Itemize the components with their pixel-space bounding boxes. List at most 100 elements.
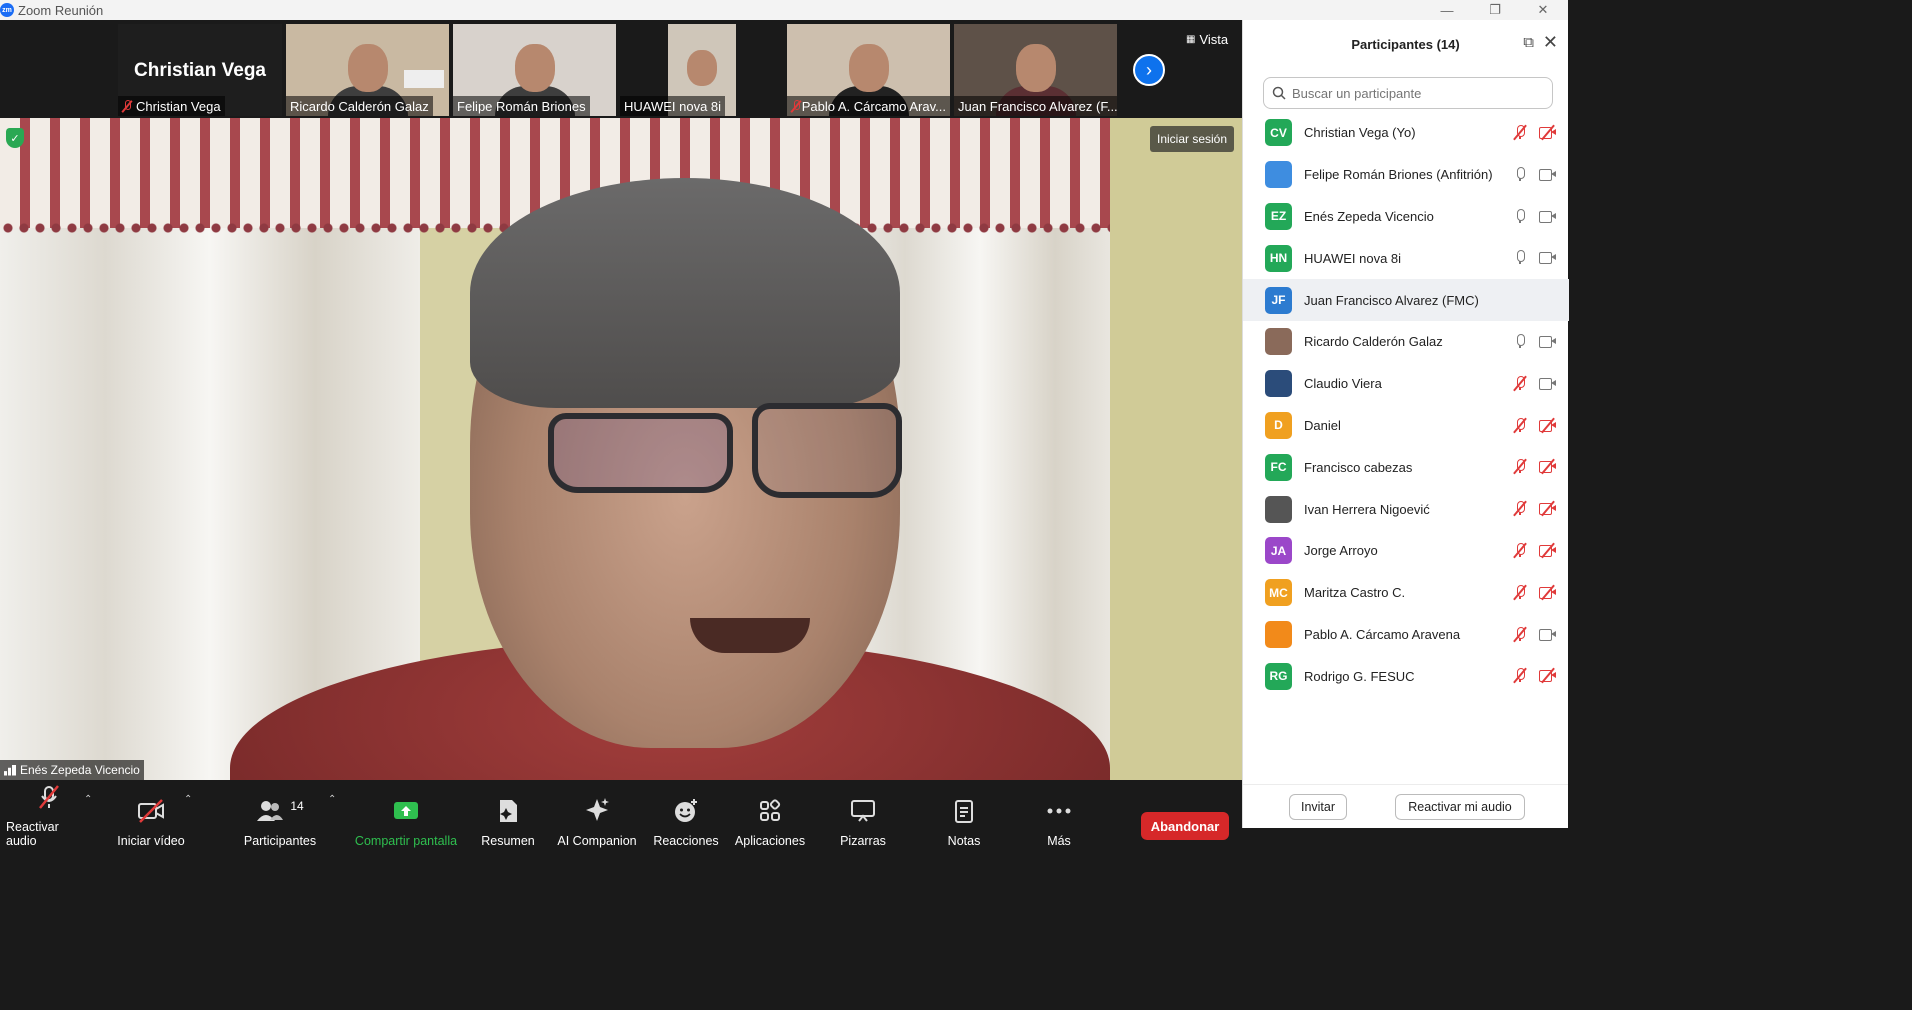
mic-muted-icon — [1513, 458, 1527, 475]
camera-off-icon — [1539, 124, 1557, 141]
view-button[interactable]: ▦ Vista — [1186, 32, 1228, 47]
participant-row[interactable]: CV Christian Vega (Yo) — [1243, 112, 1569, 154]
share-screen-label: Compartir pantalla — [354, 834, 458, 848]
camera-off-icon — [1539, 667, 1557, 684]
participant-status-icons — [1513, 124, 1557, 141]
window-title-bar: zm Zoom Reunión — ❐ ✕ — [0, 0, 1568, 20]
search-input[interactable] — [1292, 85, 1542, 101]
apps-icon — [758, 796, 782, 826]
participant-name: Ivan Herrera Nigoević — [1304, 501, 1430, 517]
invite-button[interactable]: Invitar — [1289, 794, 1347, 820]
participant-name: Francisco cabezas — [1304, 459, 1413, 475]
participant-search[interactable] — [1263, 77, 1553, 109]
participant-status-icons — [1513, 458, 1557, 475]
tile-name: HUAWEI nova 8i — [620, 96, 726, 116]
notes-icon — [953, 796, 975, 826]
muted-mic-icon — [122, 100, 132, 112]
strip-tile[interactable]: Ricardo Calderón Galaz — [286, 24, 449, 116]
participant-row[interactable]: Felipe Román Briones (Anfitrión) — [1243, 154, 1569, 196]
muted-mic-icon — [791, 100, 800, 112]
participant-name: Ricardo Calderón Galaz — [1304, 334, 1443, 350]
mic-muted-icon — [1513, 542, 1527, 559]
participant-status-icons — [1513, 542, 1557, 559]
apps-label: Aplicaciones — [734, 834, 806, 848]
strip-tile[interactable]: HUAWEI nova 8i — [620, 24, 783, 116]
participants-label: Participantes — [243, 834, 317, 848]
participants-button[interactable]: 14 Participantes — [240, 780, 320, 848]
participant-row[interactable]: EZ Enés Zepeda Vicencio — [1243, 196, 1569, 238]
participant-name: Maritza Castro C. — [1304, 585, 1406, 601]
tile-big-name: Christian Vega — [134, 60, 266, 81]
participant-name: Jorge Arroyo — [1304, 543, 1378, 559]
strip-tile[interactable]: Juan Francisco Alvarez (F... — [954, 24, 1117, 116]
summary-button[interactable]: Resumen — [476, 780, 540, 848]
unmute-audio-button[interactable]: Reactivar audio — [6, 780, 92, 848]
grid-view-icon: ▦ — [1186, 34, 1196, 45]
participants-icon: 14 — [256, 796, 304, 826]
participant-avatar: MC — [1265, 579, 1292, 607]
participant-row[interactable]: D Daniel — [1243, 405, 1569, 447]
participant-status-icons — [1513, 584, 1557, 601]
apps-button[interactable]: Aplicaciones — [730, 780, 810, 848]
camera-icon — [1539, 626, 1557, 642]
meeting-toolbar: Reactivar audio ⌃ Iniciar vídeo ⌃ 14 Par… — [0, 780, 1242, 848]
ai-companion-button[interactable]: AI Companion — [552, 780, 642, 848]
participant-row[interactable]: Pablo A. Cárcamo Aravena — [1243, 614, 1569, 656]
share-screen-button[interactable]: Compartir pantalla — [350, 780, 462, 848]
reactions-button[interactable]: Reacciones — [652, 780, 720, 848]
audio-options-caret-icon[interactable]: ⌃ — [84, 794, 92, 805]
participant-avatar: JA — [1265, 537, 1292, 565]
tile-name: Felipe Román Briones — [453, 96, 590, 116]
close-window-button[interactable]: ✕ — [1520, 0, 1566, 20]
unmute-me-button[interactable]: Reactivar mi audio — [1395, 794, 1525, 820]
strip-tile[interactable]: Christian Vega Christian Vega — [118, 24, 282, 116]
participant-row[interactable]: FC Francisco cabezas — [1243, 446, 1569, 488]
participant-row[interactable]: MC Maritza Castro C. — [1243, 572, 1569, 614]
speaker-name-tag: Enés Zepeda Vicencio — [0, 760, 144, 780]
participant-row[interactable]: JA Jorge Arroyo — [1243, 530, 1569, 572]
participant-avatar: FC — [1265, 453, 1292, 481]
participant-row[interactable]: Ivan Herrera Nigoević — [1243, 488, 1569, 530]
start-video-label: Iniciar vídeo — [117, 834, 185, 848]
participant-avatar — [1265, 370, 1292, 398]
participant-row[interactable]: JF Juan Francisco Alvarez (FMC) — [1243, 279, 1569, 321]
muted-mic-icon — [36, 782, 62, 812]
notes-button[interactable]: Notas — [932, 780, 996, 848]
shield-check-icon[interactable]: ✓ — [6, 128, 24, 148]
next-page-button[interactable]: › — [1133, 54, 1165, 86]
more-label: Más — [1047, 834, 1071, 848]
close-panel-icon[interactable]: ✕ — [1543, 32, 1558, 53]
participant-row[interactable]: HN HUAWEI nova 8i — [1243, 237, 1569, 279]
participant-status-icons — [1513, 249, 1557, 265]
participant-row[interactable]: Claudio Viera — [1243, 363, 1569, 405]
notes-label: Notas — [947, 834, 981, 848]
participant-avatar: D — [1265, 411, 1292, 439]
tile-name-text: Christian Vega — [136, 98, 221, 114]
video-options-caret-icon[interactable]: ⌃ — [184, 794, 192, 805]
panel-title: Participantes (14) — [1351, 37, 1460, 52]
mic-muted-icon — [1513, 626, 1527, 642]
camera-off-icon — [1539, 458, 1557, 475]
popout-icon[interactable]: ⧉ — [1523, 34, 1534, 51]
strip-tile[interactable]: Pablo A. Cárcamo Arav... — [787, 24, 950, 116]
participant-avatar: CV — [1265, 119, 1292, 147]
participant-row[interactable]: RG Rodrigo G. FESUC — [1243, 655, 1569, 697]
minimize-button[interactable]: — — [1424, 0, 1470, 20]
more-dots-icon — [1046, 796, 1072, 826]
mic-muted-icon — [1513, 500, 1527, 517]
restore-button[interactable]: ❐ — [1472, 0, 1518, 20]
participants-options-caret-icon[interactable]: ⌃ — [328, 794, 336, 805]
reactions-label: Reacciones — [653, 834, 719, 848]
leave-meeting-button[interactable]: Abandonar — [1141, 812, 1229, 840]
more-button[interactable]: Más — [1030, 780, 1088, 848]
participant-row[interactable]: Ricardo Calderón Galaz — [1243, 321, 1569, 363]
participant-status-icons — [1513, 667, 1557, 684]
signin-button[interactable]: Iniciar sesión — [1150, 126, 1235, 152]
strip-tile[interactable]: Felipe Román Briones — [453, 24, 616, 116]
participant-status-icons — [1513, 375, 1557, 392]
participant-name: Juan Francisco Alvarez (FMC) — [1304, 292, 1479, 308]
speaker-glasses-right — [752, 403, 902, 498]
whiteboards-button[interactable]: Pizarras — [830, 780, 896, 848]
start-video-button[interactable]: Iniciar vídeo — [114, 780, 188, 848]
wall — [1110, 118, 1242, 780]
